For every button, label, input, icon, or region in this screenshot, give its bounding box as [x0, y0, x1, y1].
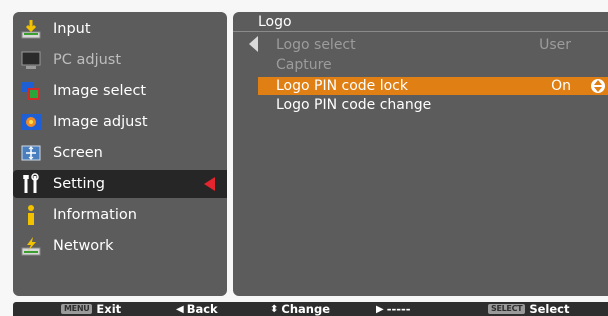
- up-down-arrows-icon[interactable]: [591, 79, 605, 93]
- hint-label: Select: [529, 302, 570, 316]
- menu-item-network[interactable]: Network: [13, 232, 227, 260]
- submenu-pointer-icon: [249, 36, 258, 52]
- menu-item-information[interactable]: Information: [13, 201, 227, 229]
- menu-item-label: PC adjust: [53, 52, 122, 68]
- submenu-item-logo-pin-code-change[interactable]: Logo PIN code change: [258, 96, 608, 114]
- selection-arrow-icon: [204, 177, 215, 191]
- hint-select: SELECT Select: [488, 302, 569, 316]
- hint-next: ▶ -----: [376, 302, 411, 316]
- hint-exit: MENU Exit: [61, 302, 121, 316]
- hint-label: Back: [186, 302, 218, 316]
- menu-item-screen[interactable]: Screen: [13, 139, 227, 167]
- submenu-item-logo-select[interactable]: Logo select User: [258, 36, 608, 54]
- information-icon: [19, 204, 43, 226]
- hint-label: Change: [281, 302, 330, 316]
- submenu-item-label: Logo select: [276, 37, 356, 53]
- projector-osd-screen: Input PC adjust Image select Image adjus…: [0, 0, 608, 316]
- monitor-icon: [19, 49, 43, 71]
- title-divider: [233, 31, 608, 32]
- input-arrow-icon: [19, 18, 43, 40]
- submenu-item-label: Logo PIN code lock: [276, 78, 408, 94]
- select-key-icon: SELECT: [488, 304, 526, 314]
- menu-item-image-adjust[interactable]: Image adjust: [13, 108, 227, 136]
- right-arrow-icon: ▶: [376, 303, 384, 315]
- menu-item-label: Image select: [53, 83, 147, 99]
- menu-item-input[interactable]: Input: [13, 15, 227, 43]
- submenu-item-value: User: [539, 37, 571, 53]
- image-select-icon: [19, 80, 43, 102]
- network-icon: [19, 235, 43, 257]
- image-adjust-icon: [19, 111, 43, 133]
- menu-item-setting[interactable]: Setting: [13, 170, 227, 198]
- submenu-item-label: Capture: [276, 57, 332, 73]
- submenu-panel: [233, 12, 608, 296]
- menu-item-label: Image adjust: [53, 114, 148, 130]
- menu-item-pc-adjust[interactable]: PC adjust: [13, 46, 227, 74]
- hint-change: ⬍ Change: [270, 302, 330, 316]
- hint-label: -----: [386, 302, 411, 316]
- up-down-arrow-icon: ⬍: [270, 303, 279, 315]
- submenu-item-value: On: [551, 78, 571, 94]
- menu-item-label: Information: [53, 207, 137, 223]
- left-arrow-icon: ◀: [176, 303, 184, 315]
- hint-label: Exit: [96, 302, 122, 316]
- tools-icon: [19, 173, 43, 195]
- menu-item-label: Input: [53, 21, 91, 37]
- menu-item-label: Screen: [53, 145, 103, 161]
- menu-item-label: Setting: [53, 176, 105, 192]
- submenu-item-capture[interactable]: Capture: [258, 56, 608, 74]
- menu-key-icon: MENU: [61, 304, 93, 314]
- key-guide-bar: MENU Exit ◀ Back ⬍ Change ▶ ----- SELECT…: [13, 302, 608, 316]
- submenu-title: Logo: [258, 14, 292, 30]
- menu-item-label: Network: [53, 238, 114, 254]
- screen-icon: [19, 142, 43, 164]
- submenu-item-label: Logo PIN code change: [276, 97, 432, 113]
- submenu-item-logo-pin-code-lock[interactable]: Logo PIN code lock On: [258, 77, 608, 95]
- menu-item-image-select[interactable]: Image select: [13, 77, 227, 105]
- hint-back: ◀ Back: [176, 302, 218, 316]
